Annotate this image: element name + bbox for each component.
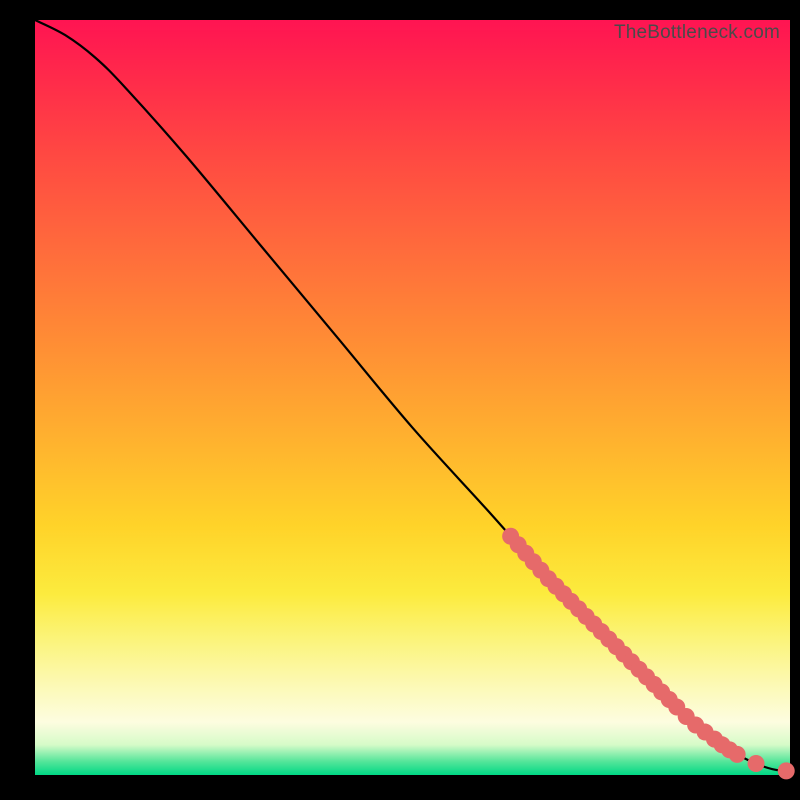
plot-area: TheBottleneck.com <box>35 20 790 775</box>
chart-svg <box>35 20 790 775</box>
marker-layer <box>502 528 795 780</box>
chart-frame: TheBottleneck.com <box>0 0 800 800</box>
data-marker <box>729 746 746 763</box>
watermark-text: TheBottleneck.com <box>614 22 780 44</box>
bottleneck-curve <box>35 20 790 771</box>
curve-layer <box>35 20 790 771</box>
data-marker <box>778 762 795 779</box>
data-marker <box>748 755 765 772</box>
